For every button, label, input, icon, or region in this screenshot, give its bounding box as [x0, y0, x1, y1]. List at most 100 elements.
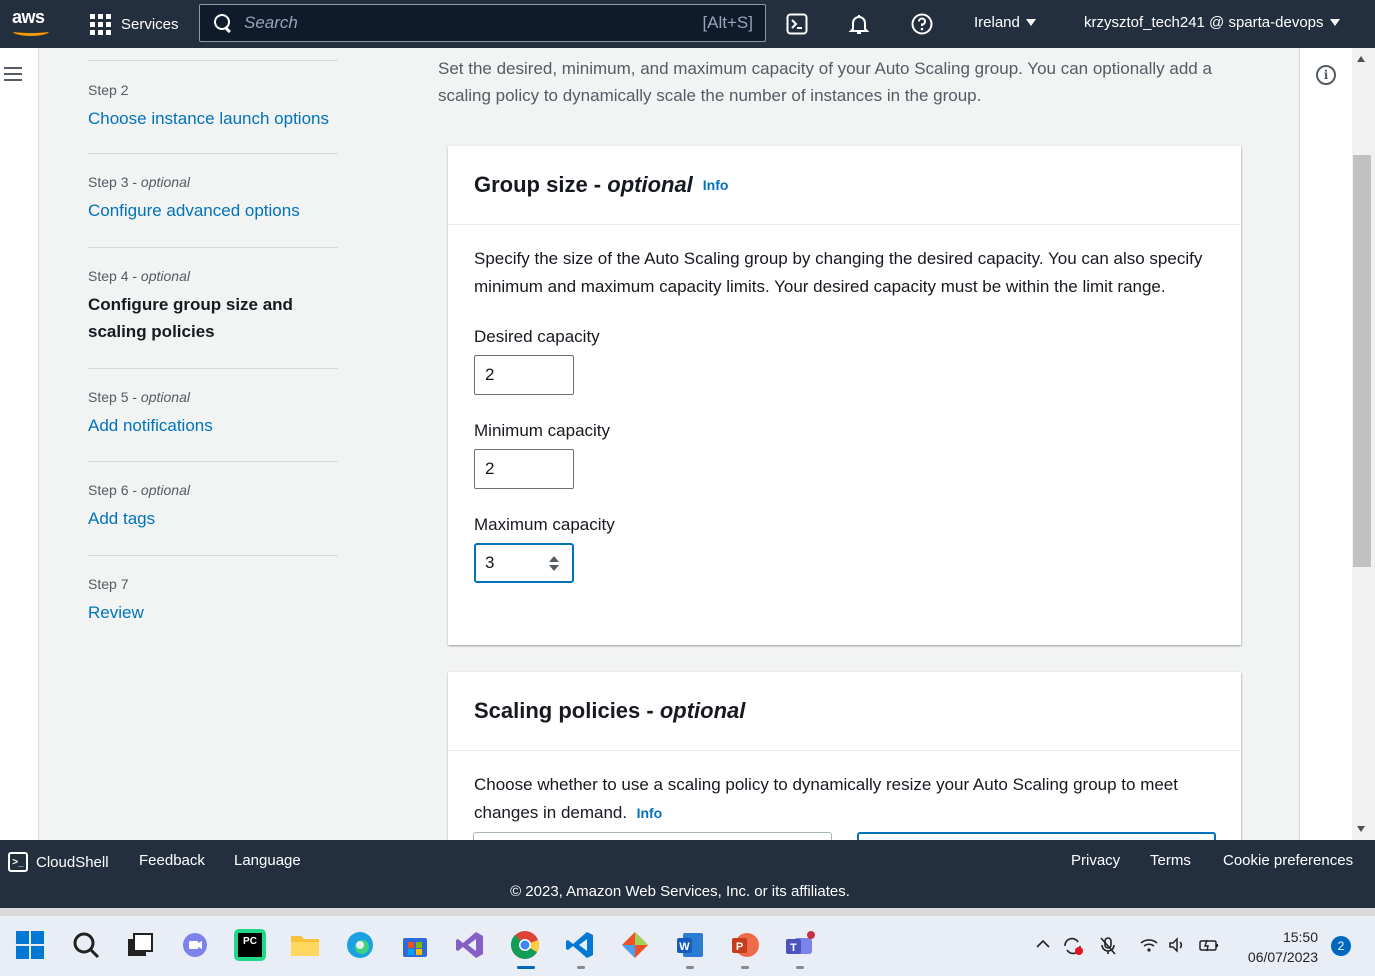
app-running-indicator [741, 966, 749, 969]
aws-logo-text: aws [12, 7, 45, 27]
panel-header: Scaling policies - optional [448, 672, 1241, 751]
start-icon[interactable] [14, 929, 46, 961]
account-menu[interactable]: krzysztof_tech241 @ sparta-devops [1084, 14, 1340, 31]
desired-capacity-label: Desired capacity [474, 327, 600, 346]
clock-time: 15:50 [1282, 929, 1318, 945]
maximum-capacity-value: 3 [485, 553, 495, 572]
step-link[interactable]: Review [88, 599, 338, 626]
top-navigation: aws Services Search [Alt+S] Ireland krzy… [0, 0, 1375, 48]
microphone-muted-icon[interactable] [1098, 936, 1118, 961]
pycharm-icon[interactable]: PC [234, 929, 266, 961]
aws-logo[interactable]: aws [10, 7, 54, 37]
wizard-step-4: Step 4 - optional Configure group size a… [88, 247, 338, 368]
edge-icon[interactable] [344, 929, 376, 961]
cloudshell-footer-button[interactable]: >_ CloudShell [8, 852, 109, 872]
language-link[interactable]: Language [234, 852, 301, 869]
sync-icon[interactable] [1062, 936, 1084, 961]
desired-capacity-input[interactable]: 2 [474, 355, 574, 395]
help-icon [911, 13, 933, 35]
console-footer: >_ CloudShell Feedback Language Privacy … [0, 840, 1375, 908]
minimum-capacity-input[interactable]: 2 [474, 449, 574, 489]
maximum-capacity-input[interactable]: 3 [474, 543, 574, 583]
panel-description: Specify the size of the Auto Scaling gro… [474, 249, 1203, 296]
step-number: Step 6 - optional [88, 482, 190, 498]
aws-smile-icon [13, 27, 49, 36]
svg-text:W: W [679, 941, 690, 953]
system-clock[interactable]: 15:50 06/07/2023 [1236, 927, 1318, 967]
battery-icon[interactable] [1198, 936, 1220, 959]
policy-option-target-tracking[interactable] [857, 832, 1216, 840]
wizard-step-2: Step 2 Choose instance launch options [88, 60, 338, 153]
chevron-up-icon[interactable] [1035, 936, 1051, 957]
notifications-button[interactable] [846, 11, 872, 37]
search-input[interactable]: Search [Alt+S] [199, 4, 766, 42]
step-link[interactable]: Add tags [88, 505, 338, 532]
step-number: Step 4 - optional [88, 268, 190, 284]
services-menu-button[interactable]: Services [90, 12, 179, 36]
svg-text:P: P [736, 941, 743, 953]
scroll-down-icon[interactable] [1357, 826, 1365, 832]
search-placeholder: Search [244, 13, 298, 32]
step-number: Step 3 - optional [88, 174, 190, 190]
account-label: krzysztof_tech241 @ sparta-devops [1084, 14, 1324, 31]
volume-icon[interactable] [1167, 936, 1187, 959]
terms-link[interactable]: Terms [1150, 852, 1191, 869]
help-button[interactable] [909, 11, 935, 37]
panel-title: Scaling policies - optional [474, 698, 746, 723]
word-icon[interactable]: W [674, 929, 706, 961]
privacy-link[interactable]: Privacy [1071, 852, 1120, 869]
chevron-down-icon [1025, 19, 1036, 26]
visual-studio-icon[interactable] [454, 929, 486, 961]
maximum-capacity-label: Maximum capacity [474, 515, 615, 534]
side-navigation-collapsed [0, 48, 39, 840]
search-shortcut: [Alt+S] [702, 13, 753, 32]
teams-icon[interactable]: T [784, 929, 816, 961]
panel-body: Specify the size of the Auto Scaling gro… [448, 225, 1241, 603]
minimum-capacity-label: Minimum capacity [474, 421, 611, 440]
chrome-icon[interactable] [509, 929, 541, 961]
store-icon[interactable] [399, 929, 431, 961]
panel-title: Group size - optional [474, 172, 693, 197]
region-label: Ireland [974, 14, 1020, 31]
cloudshell-button[interactable] [784, 11, 810, 37]
file-explorer-icon[interactable] [289, 929, 321, 961]
grid-icon [90, 13, 111, 35]
cloudshell-label: CloudShell [36, 853, 109, 871]
search-icon [214, 14, 232, 32]
feedback-link[interactable]: Feedback [139, 852, 205, 869]
current-step-label: Configure group size and scaling policie… [88, 295, 293, 341]
group-size-panel: Group size - optional Info Specify the s… [448, 146, 1241, 645]
wizard-step-6: Step 6 - optional Add tags [88, 461, 338, 555]
cookie-preferences-link[interactable]: Cookie preferences [1223, 852, 1353, 869]
info-link[interactable]: Info [637, 805, 663, 821]
scroll-up-icon[interactable] [1357, 56, 1365, 62]
task-view-icon[interactable] [124, 929, 156, 961]
desired-capacity-value: 2 [485, 365, 495, 384]
step-number: Step 5 - optional [88, 389, 190, 405]
wifi-icon[interactable] [1139, 936, 1159, 959]
menu-icon[interactable] [4, 67, 22, 81]
region-selector[interactable]: Ireland [974, 14, 1036, 31]
scaling-policies-panel: Scaling policies - optional Choose wheth… [448, 672, 1241, 840]
policy-option-none[interactable] [473, 832, 832, 840]
panel-description: Choose whether to use a scaling policy t… [474, 775, 1178, 822]
step-link[interactable]: Add notifications [88, 412, 338, 439]
hidden-window-strip [0, 908, 1375, 916]
number-stepper-icon[interactable] [549, 556, 559, 572]
chat-icon[interactable] [179, 929, 211, 961]
git-icon[interactable] [619, 929, 651, 961]
step-link[interactable]: Choose instance launch options [88, 105, 338, 132]
search-icon[interactable] [70, 929, 102, 961]
wizard-step-7: Step 7 Review [88, 555, 338, 645]
page-description: Set the desired, minimum, and maximum ca… [438, 59, 1212, 105]
step-link[interactable]: Configure advanced options [88, 197, 338, 224]
info-icon[interactable]: i [1316, 65, 1336, 85]
vscode-icon[interactable] [564, 929, 596, 961]
info-link[interactable]: Info [703, 177, 729, 193]
notification-badge[interactable]: 2 [1331, 936, 1351, 956]
windows-taskbar: PC W P T 15:50 06/07/2023 2 [0, 916, 1375, 976]
powerpoint-icon[interactable]: P [729, 929, 761, 961]
app-running-indicator [796, 966, 804, 969]
page-scrollbar[interactable] [1352, 48, 1375, 840]
scrollbar-thumb[interactable] [1353, 155, 1371, 567]
